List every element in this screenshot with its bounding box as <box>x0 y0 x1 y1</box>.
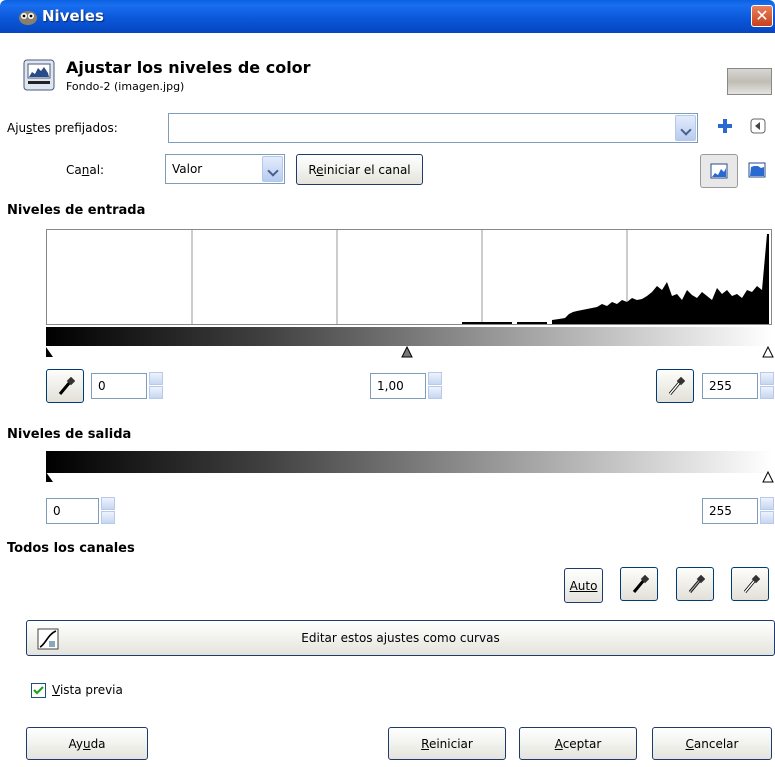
histogram <box>46 229 772 325</box>
output-white-handle[interactable] <box>762 471 774 483</box>
input-high-field[interactable]: 255 <box>702 373 758 399</box>
linear-histogram-button[interactable] <box>700 154 738 188</box>
input-levels-title: Niveles de entrada <box>7 203 146 218</box>
menu-arrow-icon[interactable] <box>750 118 766 134</box>
accept-button[interactable]: Aceptar <box>519 727 637 760</box>
chevron-down-icon[interactable] <box>675 115 696 141</box>
eyedropper-white-icon <box>743 575 760 593</box>
help-button[interactable]: Ayuda <box>26 727 148 760</box>
output-high-field[interactable]: 255 <box>702 498 758 524</box>
image-thumbnail <box>727 68 772 95</box>
window-title: Niveles <box>42 7 104 25</box>
output-levels-title: Niveles de salida <box>7 427 132 442</box>
gimp-icon <box>19 11 37 25</box>
dialog-title: Ajustar los niveles de color <box>66 58 311 77</box>
check-icon <box>33 686 44 695</box>
eyedropper-white-icon <box>668 377 685 395</box>
output-low-spinner[interactable] <box>101 497 115 525</box>
dialog-subtitle: Fondo-2 (imagen.jpg) <box>66 80 185 93</box>
levels-icon <box>23 59 55 91</box>
add-icon[interactable] <box>716 117 734 135</box>
pick-white-button[interactable] <box>656 369 694 403</box>
gamma-field[interactable]: 1,00 <box>370 373 426 399</box>
title-bar: Niveles ✕ <box>0 0 775 33</box>
black-point-handle[interactable] <box>45 346 55 358</box>
reset-channel-button[interactable]: Reiniciar el canal <box>296 154 423 185</box>
gamma-spinner[interactable] <box>428 372 442 400</box>
reset-button[interactable]: Reiniciar <box>388 727 506 760</box>
channel-combo[interactable]: Valor <box>165 154 285 184</box>
input-low-field[interactable]: 0 <box>91 373 147 399</box>
output-low-field[interactable]: 0 <box>46 498 99 524</box>
auto-pick-white-button[interactable] <box>731 567 769 601</box>
input-high-spinner[interactable] <box>760 372 774 400</box>
auto-button[interactable]: Auto <box>564 568 603 603</box>
pick-black-button[interactable] <box>46 369 84 403</box>
presets-label: Ajustes prefijados: <box>7 121 118 135</box>
linear-histogram-icon <box>710 163 728 179</box>
close-button[interactable]: ✕ <box>751 5 773 27</box>
all-channels-title: Todos los canales <box>7 541 135 556</box>
auto-pick-gray-button[interactable] <box>676 567 714 601</box>
output-high-spinner[interactable] <box>760 497 774 525</box>
input-low-spinner[interactable] <box>149 372 163 400</box>
edit-as-curves-button[interactable]: Editar estos ajustes como curvas <box>26 620 775 656</box>
white-point-handle[interactable] <box>762 346 774 358</box>
eyedropper-black-icon <box>632 575 649 593</box>
channel-label: Canal: <box>66 163 105 177</box>
eyedropper-black-icon <box>58 377 75 395</box>
log-histogram-icon[interactable] <box>748 162 766 178</box>
presets-combo[interactable] <box>168 113 698 143</box>
close-icon: ✕ <box>755 6 769 25</box>
eyedropper-gray-icon <box>688 575 705 593</box>
auto-pick-black-button[interactable] <box>620 567 658 601</box>
output-gradient <box>46 451 772 473</box>
input-gradient <box>46 327 772 346</box>
gamma-handle[interactable] <box>401 346 413 358</box>
channel-value: Valor <box>172 162 203 176</box>
preview-checkbox[interactable] <box>31 683 46 698</box>
output-black-handle[interactable] <box>45 471 55 483</box>
cancel-button[interactable]: Cancelar <box>652 727 772 760</box>
chevron-down-icon[interactable] <box>262 156 283 182</box>
preview-label[interactable]: Vista previa <box>52 683 123 697</box>
